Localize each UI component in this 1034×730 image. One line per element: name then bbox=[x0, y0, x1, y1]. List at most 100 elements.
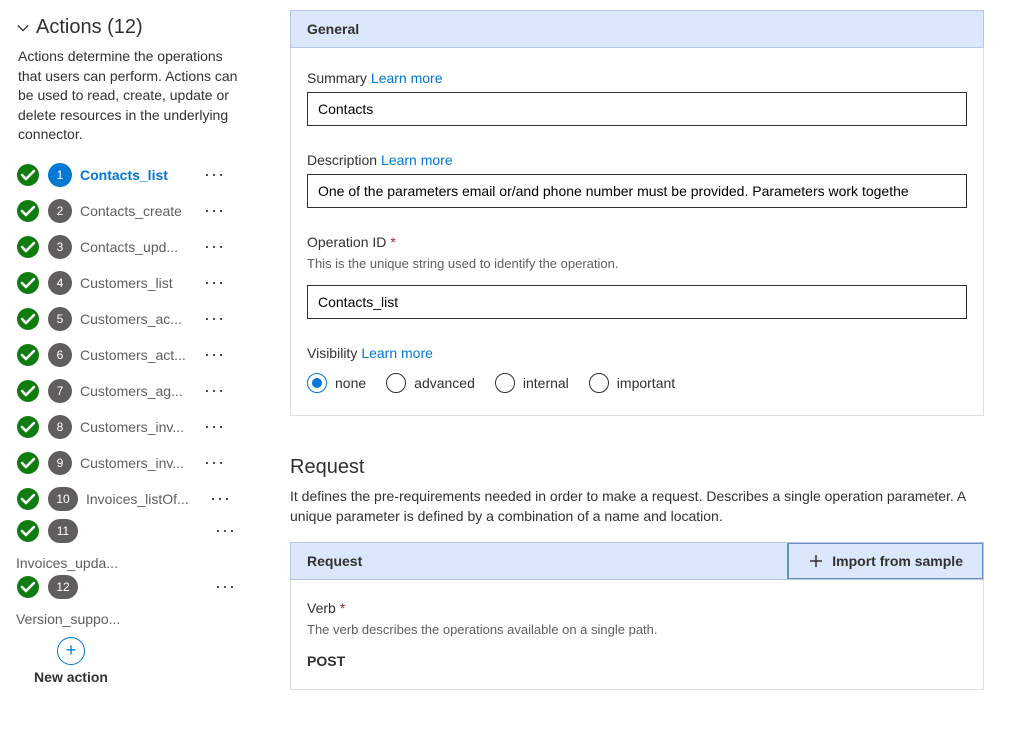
check-icon bbox=[16, 163, 40, 187]
action-number-badge: 5 bbox=[48, 307, 72, 331]
action-item[interactable]: 3Contacts_upd...··· bbox=[16, 231, 242, 263]
radio-icon bbox=[589, 373, 609, 393]
check-icon bbox=[16, 451, 40, 475]
action-number-badge: 11 bbox=[48, 519, 78, 543]
action-number-badge: 9 bbox=[48, 451, 72, 475]
action-label: Customers_list bbox=[80, 275, 190, 291]
action-label: Invoices_upda... bbox=[16, 555, 242, 571]
radio-label: internal bbox=[523, 375, 569, 391]
operation-id-field: Operation ID * This is the unique string… bbox=[307, 234, 967, 319]
verb-value: POST bbox=[307, 653, 967, 669]
import-label: Import from sample bbox=[832, 553, 963, 569]
more-icon[interactable]: ··· bbox=[198, 308, 231, 329]
required-indicator: * bbox=[340, 600, 345, 616]
action-item[interactable]: 12 ··· Version_suppo... bbox=[16, 575, 242, 627]
operation-id-input[interactable] bbox=[307, 285, 967, 319]
visibility-learn-more-link[interactable]: Learn more bbox=[361, 345, 433, 361]
import-from-sample-button[interactable]: Import from sample bbox=[787, 543, 983, 579]
more-icon[interactable]: ··· bbox=[198, 380, 231, 401]
sidebar-description: Actions determine the operations that us… bbox=[16, 47, 242, 145]
action-item[interactable]: 7Customers_ag...··· bbox=[16, 375, 242, 407]
chevron-down-icon bbox=[16, 21, 30, 35]
action-number-badge: 10 bbox=[48, 487, 78, 511]
action-label: Customers_ag... bbox=[80, 383, 190, 399]
radio-icon bbox=[386, 373, 406, 393]
action-number-badge: 12 bbox=[48, 575, 78, 599]
action-label: Customers_inv... bbox=[80, 455, 190, 471]
main-content: General Summary Learn more Description L… bbox=[250, 0, 1034, 730]
more-icon[interactable]: ··· bbox=[198, 344, 231, 365]
plus-icon bbox=[808, 553, 824, 569]
request-section-title: Request bbox=[290, 456, 984, 479]
visibility-radio-none[interactable]: none bbox=[307, 373, 366, 393]
new-action[interactable]: + New action bbox=[16, 637, 126, 685]
check-icon bbox=[16, 415, 40, 439]
more-icon[interactable]: ··· bbox=[204, 488, 237, 509]
action-number-badge: 2 bbox=[48, 199, 72, 223]
check-icon bbox=[16, 271, 40, 295]
action-number-badge: 8 bbox=[48, 415, 72, 439]
description-label: Description bbox=[307, 152, 377, 168]
verb-help: The verb describes the operations availa… bbox=[307, 622, 967, 637]
action-item[interactable]: 11 ··· Invoices_upda... bbox=[16, 519, 242, 571]
more-icon[interactable]: ··· bbox=[198, 200, 231, 221]
action-number-badge: 1 bbox=[48, 163, 72, 187]
more-icon[interactable]: ··· bbox=[198, 272, 231, 293]
new-action-label: New action bbox=[34, 669, 108, 685]
action-label: Customers_ac... bbox=[80, 311, 190, 327]
summary-label: Summary bbox=[307, 70, 367, 86]
action-item[interactable]: 4 Customers_list ··· bbox=[16, 267, 242, 299]
visibility-label: Visibility bbox=[307, 345, 357, 361]
action-item[interactable]: 1 Contacts_list ··· bbox=[16, 159, 242, 191]
summary-field: Summary Learn more bbox=[307, 70, 967, 126]
action-label: Invoices_listOf... bbox=[86, 491, 196, 507]
more-icon[interactable]: ··· bbox=[198, 416, 231, 437]
request-section-desc: It defines the pre-requirements needed i… bbox=[290, 487, 984, 526]
check-icon bbox=[16, 343, 40, 367]
visibility-radio-group: none advanced internal important bbox=[307, 373, 967, 393]
general-panel: Summary Learn more Description Learn mor… bbox=[290, 48, 984, 416]
action-number-badge: 4 bbox=[48, 271, 72, 295]
radio-icon bbox=[307, 373, 327, 393]
sidebar-title: Actions (12) bbox=[36, 16, 143, 39]
description-input[interactable] bbox=[307, 174, 967, 208]
check-icon bbox=[16, 487, 40, 511]
action-item[interactable]: 9 Customers_inv... ··· bbox=[16, 447, 242, 479]
more-icon[interactable]: ··· bbox=[209, 576, 242, 597]
operation-id-help: This is the unique string used to identi… bbox=[307, 256, 967, 271]
more-icon[interactable]: ··· bbox=[209, 520, 242, 541]
check-icon bbox=[16, 519, 40, 543]
action-label: Customers_inv... bbox=[80, 419, 190, 435]
visibility-radio-internal[interactable]: internal bbox=[495, 373, 569, 393]
action-item[interactable]: 5 Customers_ac... ··· bbox=[16, 303, 242, 335]
description-field: Description Learn more bbox=[307, 152, 967, 208]
required-indicator: * bbox=[390, 234, 395, 250]
request-header-row: Request Import from sample bbox=[290, 542, 984, 580]
summary-learn-more-link[interactable]: Learn more bbox=[371, 70, 443, 86]
visibility-radio-advanced[interactable]: advanced bbox=[386, 373, 475, 393]
check-icon bbox=[16, 379, 40, 403]
radio-icon bbox=[495, 373, 515, 393]
action-label: Contacts_create bbox=[80, 203, 190, 219]
action-item[interactable]: 10 Invoices_listOf... ··· bbox=[16, 483, 242, 515]
summary-input[interactable] bbox=[307, 92, 967, 126]
sidebar-header[interactable]: Actions (12) bbox=[16, 16, 242, 39]
radio-label: advanced bbox=[414, 375, 475, 391]
check-icon bbox=[16, 235, 40, 259]
description-learn-more-link[interactable]: Learn more bbox=[381, 152, 453, 168]
check-icon bbox=[16, 575, 40, 599]
more-icon[interactable]: ··· bbox=[198, 452, 231, 473]
check-icon bbox=[16, 307, 40, 331]
action-item[interactable]: 6Customers_act...··· bbox=[16, 339, 242, 371]
action-label: Version_suppo... bbox=[16, 611, 242, 627]
action-item[interactable]: 2 Contacts_create ··· bbox=[16, 195, 242, 227]
check-icon bbox=[16, 199, 40, 223]
more-icon[interactable]: ··· bbox=[198, 164, 231, 185]
more-icon[interactable]: ··· bbox=[198, 236, 231, 257]
verb-label: Verb bbox=[307, 600, 336, 616]
plus-icon[interactable]: + bbox=[57, 637, 85, 665]
visibility-radio-important[interactable]: important bbox=[589, 373, 675, 393]
action-label: Contacts_list bbox=[80, 167, 190, 183]
action-number-badge: 6 bbox=[48, 343, 72, 367]
action-item[interactable]: 8 Customers_inv... ··· bbox=[16, 411, 242, 443]
